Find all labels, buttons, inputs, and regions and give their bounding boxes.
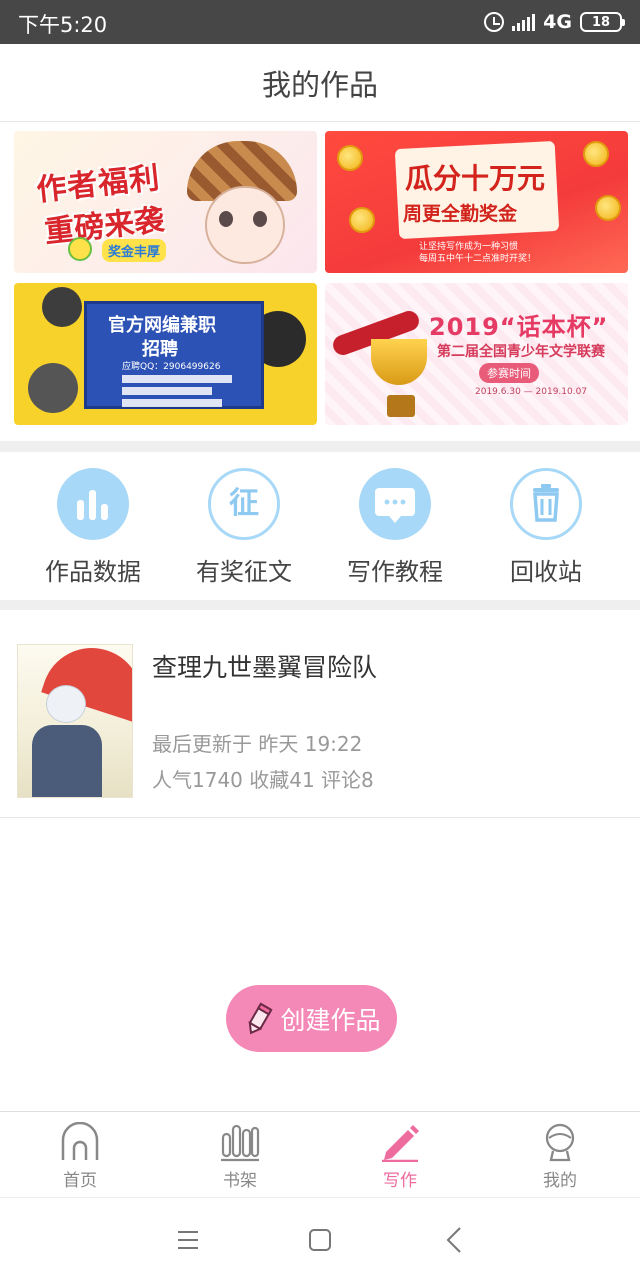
battery-level: 18 xyxy=(591,14,611,30)
page-header: 我的作品 xyxy=(0,44,640,122)
trophy-base xyxy=(387,395,415,417)
profile-icon xyxy=(540,1122,580,1162)
quick-item-stats[interactable]: 作品数据 xyxy=(18,468,168,587)
banner-welfare-tag: 奖金丰厚 xyxy=(102,239,167,262)
tab-label: 写作 xyxy=(383,1171,417,1191)
tab-home[interactable]: 首页 xyxy=(0,1112,160,1198)
menu-icon[interactable] xyxy=(168,1222,208,1258)
work-title: 查理九世墨翼冒险队 xyxy=(152,653,378,682)
create-work-label: 创建作品 xyxy=(280,1005,381,1035)
work-stats: 人气1740 收藏41 评论8 xyxy=(152,768,374,792)
bookshelf-icon xyxy=(220,1122,260,1162)
banner-weekly-bonus[interactable]: 瓜分十万元 周更全勤奖金 让坚持写作成为一种习惯 每周五中午十二点准时开奖！ xyxy=(325,131,628,273)
status-bar: 下午5:20 4G 18 xyxy=(0,0,640,44)
system-nav-bar xyxy=(0,1197,640,1280)
banner-contest[interactable]: 2019“话本杯” 第二届全国青少年文学联赛 参赛时间 2019.6.30 — … xyxy=(325,283,628,425)
pencil-icon xyxy=(242,1001,276,1037)
banner-bonus-sub: 让坚持写作成为一种习惯 每周五中午十二点准时开奖！ xyxy=(419,242,537,264)
banner-recruit-line2: 招聘 xyxy=(142,339,178,360)
trash-icon xyxy=(510,468,582,540)
page-title: 我的作品 xyxy=(261,67,378,102)
pencil-icon xyxy=(380,1122,420,1163)
quick-item-tutorial[interactable]: 写作教程 xyxy=(320,468,470,587)
coin-icon xyxy=(337,145,363,171)
banner-contest-label: 参赛时间 xyxy=(479,363,539,383)
banner-recruit-qq: 应聘QQ：2906499626 xyxy=(122,362,221,372)
banner-bonus-line1: 瓜分十万元 xyxy=(405,162,546,195)
network-type: 4G xyxy=(543,11,572,33)
banner-grid: 作者福利 重磅来袭 奖金丰厚 瓜分十万元 周更全勤奖金 让坚持写作成为一种习惯 … xyxy=(0,123,640,441)
banner-contest-title: 2019“话本杯” xyxy=(429,313,609,341)
mascot-icon xyxy=(68,237,92,261)
coin-icon xyxy=(595,195,621,221)
home-square-icon[interactable] xyxy=(300,1222,340,1258)
quick-item-label: 作品数据 xyxy=(45,558,141,586)
bottom-tab-bar: 首页 书架 写作 我的 xyxy=(0,1111,640,1197)
character-body xyxy=(32,725,102,797)
alarm-icon xyxy=(484,12,505,32)
trophy-icon xyxy=(371,339,427,385)
book-cover xyxy=(17,644,133,798)
status-time: 下午5:20 xyxy=(18,13,108,37)
work-list-item[interactable]: 查理九世墨翼冒险队 最后更新于 昨天 19:22 人气1740 收藏41 评论8 xyxy=(0,610,640,818)
quick-item-label: 回收站 xyxy=(510,558,582,586)
chat-bubble-icon xyxy=(359,468,431,540)
banner-recruit-line1: 官方网编兼职 xyxy=(108,315,216,336)
quick-item-label: 写作教程 xyxy=(347,558,443,586)
section-divider xyxy=(0,441,640,452)
character-face xyxy=(205,186,285,264)
create-work-button[interactable]: 创建作品 xyxy=(226,985,397,1052)
work-updated: 最后更新于 昨天 19:22 xyxy=(152,732,363,756)
quick-item-contest[interactable]: 征 有奖征文 xyxy=(169,468,319,587)
banner-author-welfare[interactable]: 作者福利 重磅来袭 奖金丰厚 xyxy=(14,131,317,273)
banner-bonus-line2: 周更全勤奖金 xyxy=(403,203,518,225)
tab-label: 我的 xyxy=(543,1171,577,1191)
home-icon xyxy=(60,1121,100,1162)
zheng-icon: 征 xyxy=(208,468,280,540)
person-illustration xyxy=(42,287,82,327)
tab-label: 书架 xyxy=(223,1171,257,1191)
bar-chart-icon xyxy=(57,468,129,540)
quick-item-label: 有奖征文 xyxy=(196,558,292,586)
tab-bookshelf[interactable]: 书架 xyxy=(160,1112,320,1198)
tab-profile[interactable]: 我的 xyxy=(480,1112,640,1198)
tab-write[interactable]: 写作 xyxy=(320,1112,480,1198)
coin-icon xyxy=(349,207,375,233)
section-divider xyxy=(0,600,640,610)
back-icon[interactable] xyxy=(434,1222,474,1258)
status-indicators: 4G 18 xyxy=(484,8,625,36)
banner-recruit[interactable]: 官方网编兼职 招聘 应聘QQ：2906499626 xyxy=(14,283,317,425)
tab-label: 首页 xyxy=(63,1171,97,1191)
banner-contest-dates: 2019.6.30 — 2019.10.07 xyxy=(475,387,588,397)
banner-contest-subtitle: 第二届全国青少年文学联赛 xyxy=(437,344,605,360)
signal-icon xyxy=(512,13,536,31)
person-illustration xyxy=(28,363,78,413)
character-head xyxy=(46,685,86,723)
quick-item-trash[interactable]: 回收站 xyxy=(471,468,621,587)
quick-menu: 作品数据 征 有奖征文 写作教程 回收站 xyxy=(0,452,640,600)
battery-icon: 18 xyxy=(580,12,625,32)
coin-icon xyxy=(583,141,609,167)
